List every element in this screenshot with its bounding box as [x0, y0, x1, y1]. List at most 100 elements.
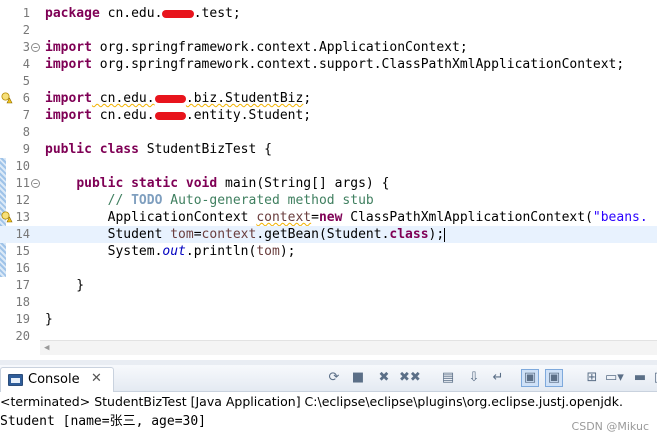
code-token: .getBean(Student.: [256, 227, 390, 242]
line-number: 3: [22, 40, 30, 54]
code-text: // TODO Auto-generated method stub: [45, 192, 374, 209]
code-text: }: [45, 277, 84, 294]
line-number: 11: [15, 176, 30, 190]
code-line[interactable]: 18: [0, 294, 657, 311]
line-number: 1: [22, 6, 30, 20]
console-view-header: Console ✕ ⟳■✖✖✖▤⇩↵▣▣⊞▭▾▬□: [0, 365, 657, 392]
clear-console-icon[interactable]: ▤: [439, 369, 457, 387]
code-token: }: [45, 278, 85, 293]
remove-launch-icon[interactable]: ✖: [375, 369, 393, 387]
terminate-relaunch-icon[interactable]: ⟳: [325, 369, 343, 387]
code-token: cn.edu.: [99, 6, 163, 21]
redaction-mark: xxxx: [154, 94, 186, 103]
code-token: import: [45, 57, 92, 72]
code-token: tom: [170, 227, 194, 242]
line-number: 7: [22, 108, 30, 122]
code-text: import org.springframework.context.suppo…: [45, 56, 624, 73]
display-console-icon[interactable]: ▭▾: [605, 369, 624, 387]
line-number: 18: [15, 295, 30, 309]
code-token: "beans.: [592, 210, 648, 225]
code-text: import cn.edu.xxxx.biz.StudentBiz;: [45, 90, 311, 107]
redaction-mark: xxxx: [154, 111, 186, 120]
code-line[interactable]: 17 }: [0, 277, 657, 294]
pin-console-icon[interactable]: ⊞: [583, 369, 601, 387]
code-token: tom: [256, 244, 280, 259]
code-line[interactable]: 1 package cn.edu.xxxx.test;: [0, 5, 657, 22]
line-number: 19: [15, 312, 30, 326]
code-line[interactable]: 13 ApplicationContext context=new ClassP…: [0, 209, 657, 226]
code-token: .println(: [185, 244, 257, 259]
line-number: 4: [22, 57, 30, 71]
watermark: CSDN @Mikuc: [571, 420, 649, 433]
code-token: main(String[] args) {: [217, 176, 390, 191]
code-token: void: [185, 176, 218, 191]
warning-icon[interactable]: [1, 211, 13, 223]
code-token: ClassPathXmlApplicationContext(: [342, 210, 593, 225]
maximize-icon[interactable]: □: [651, 369, 657, 387]
warning-icon[interactable]: [1, 92, 13, 104]
code-token: ApplicationContext: [45, 210, 257, 225]
code-token: public: [76, 176, 124, 191]
code-token: System.: [45, 244, 163, 259]
minimize-icon[interactable]: ▬: [631, 369, 649, 387]
code-text: }: [45, 311, 53, 328]
code-token: public: [45, 142, 92, 157]
code-line[interactable]: 8: [0, 124, 657, 141]
code-line[interactable]: 2: [0, 22, 657, 39]
console-tab-label: Console: [28, 372, 80, 387]
show-on-stderr-icon[interactable]: ▣: [545, 369, 563, 387]
code-editor[interactable]: ◀ 1package cn.edu.xxxx.test;23−import or…: [0, 0, 657, 360]
code-line[interactable]: 20: [0, 328, 657, 345]
close-icon[interactable]: ✕: [91, 371, 102, 386]
console-icon: [8, 374, 23, 386]
code-token: class: [389, 227, 429, 242]
code-text: import cn.edu.xxxx.entity.Student;: [45, 107, 311, 124]
code-line[interactable]: 12 // TODO Auto-generated method stub: [0, 192, 657, 209]
code-line[interactable]: 9 public class StudentBizTest {: [0, 141, 657, 158]
code-token: import: [45, 91, 92, 106]
code-token: static: [131, 176, 179, 191]
code-token: import: [45, 40, 92, 55]
code-token: org.springframework.context.support.Clas…: [91, 57, 625, 72]
line-number: 2: [22, 23, 30, 37]
line-number: 14: [15, 227, 30, 241]
code-line[interactable]: 5: [0, 73, 657, 90]
code-text: public static void main(String[] args) {: [45, 175, 389, 192]
show-on-stdout-icon[interactable]: ▣: [521, 369, 539, 387]
remove-all-terminated-icon[interactable]: ✖✖: [399, 369, 421, 387]
terminate-icon[interactable]: ■: [349, 369, 367, 387]
fold-toggle-icon[interactable]: −: [31, 179, 40, 188]
line-number: 20: [15, 329, 30, 343]
code-line[interactable]: 16: [0, 260, 657, 277]
code-line[interactable]: 14 Student tom=context.getBean(Student.c…: [0, 226, 657, 243]
line-number: 8: [22, 125, 30, 139]
code-line[interactable]: 3− import org.springframework.context.App…: [0, 39, 657, 56]
code-line[interactable]: 4 import org.springframework.context.supp…: [0, 56, 657, 73]
code-token: =: [193, 227, 202, 242]
code-text: package cn.edu.xxxx.test;: [45, 5, 241, 22]
scroll-lock-icon[interactable]: ⇩: [465, 369, 483, 387]
code-line[interactable]: 7 import cn.edu.xxxx.entity.Student;: [0, 107, 657, 124]
line-number: 15: [15, 244, 30, 258]
code-token: Student: [45, 227, 171, 242]
fold-toggle-icon[interactable]: −: [31, 43, 40, 52]
word-wrap-icon[interactable]: ↵: [489, 369, 507, 387]
code-line[interactable]: 11− public static void main(String[] arg…: [0, 175, 657, 192]
code-line[interactable]: 6import cn.edu.xxxx.biz.StudentBiz;: [0, 90, 657, 107]
code-line[interactable]: 10: [0, 158, 657, 175]
line-number: 10: [15, 159, 30, 173]
code-line[interactable]: 15 System.out.println(tom);: [0, 243, 657, 260]
code-token: .test;: [193, 6, 241, 21]
console-output: Student [name=张三, age=30]: [0, 414, 207, 429]
line-number: 5: [22, 74, 30, 88]
text-caret: [444, 227, 446, 242]
code-text: public class StudentBizTest {: [45, 141, 272, 158]
code-line[interactable]: 19}: [0, 311, 657, 328]
code-token: class: [99, 142, 139, 157]
code-token: =: [311, 210, 319, 225]
console-tab[interactable]: Console ✕: [0, 367, 114, 392]
